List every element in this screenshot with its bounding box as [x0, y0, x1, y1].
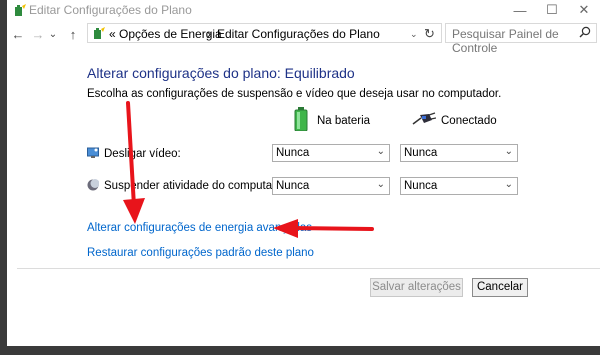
page-subtitle: Escolha as configurações de suspensão e … — [87, 88, 502, 100]
breadcrumb-overflow[interactable]: « — [109, 27, 116, 41]
column-battery: Na bateria — [317, 115, 371, 127]
address-dropdown-icon[interactable]: ⌄ — [410, 29, 418, 40]
search-input[interactable]: Pesquisar Painel de Controle — [445, 23, 597, 55]
display-icon — [87, 147, 99, 158]
sleep-moon-icon — [87, 179, 99, 191]
battery-icon — [294, 107, 308, 131]
title-bar: Editar Configurações do Plano — ☐ ✕ — [7, 0, 600, 20]
select-value: Nunca — [404, 180, 438, 192]
back-button[interactable]: ← — [10, 25, 26, 43]
breadcrumb-separator: › — [207, 27, 211, 41]
search-placeholder: Pesquisar Painel de Controle — [452, 27, 559, 55]
maximize-button[interactable]: ☐ — [535, 0, 569, 20]
refresh-icon[interactable]: ↻ — [424, 26, 435, 42]
save-button[interactable]: Salvar alterações — [370, 278, 463, 297]
power-options-icon — [94, 27, 105, 39]
screenshot-border-left — [0, 0, 7, 355]
cancel-button[interactable]: Cancelar — [472, 278, 528, 297]
chevron-down-icon: ⌄ — [504, 146, 513, 157]
chevron-down-icon: ⌄ — [504, 179, 513, 190]
chevron-down-icon: ⌄ — [376, 179, 385, 190]
page-title: Alterar configurações do plano: Equilibr… — [87, 65, 355, 81]
window: Editar Configurações do Plano — ☐ ✕ ← → … — [7, 0, 600, 346]
select-display-plugged[interactable]: Nunca ⌄ — [400, 144, 518, 162]
select-value: Nunca — [276, 180, 310, 192]
select-sleep-battery[interactable]: Nunca ⌄ — [272, 177, 390, 195]
column-plugged-in: Conectado — [441, 115, 497, 127]
select-display-battery[interactable]: Nunca ⌄ — [272, 144, 390, 162]
close-button[interactable]: ✕ — [567, 0, 600, 20]
up-button[interactable]: ↑ — [65, 25, 81, 43]
address-box[interactable]: « Opções de Energia › Editar Configuraçõ… — [87, 23, 442, 43]
recent-locations-button[interactable]: ⌄ — [48, 25, 58, 43]
select-value: Nunca — [276, 147, 310, 159]
forward-button[interactable]: → — [30, 25, 46, 43]
breadcrumb-edit-plan[interactable]: Editar Configurações do Plano — [217, 27, 380, 41]
select-sleep-plugged[interactable]: Nunca ⌄ — [400, 177, 518, 195]
row-label-sleep: Suspender atividade do computador: — [104, 180, 292, 192]
link-advanced-power-settings[interactable]: Alterar configurações de energia avançad… — [87, 222, 312, 234]
screenshot-border-bottom — [0, 346, 600, 355]
power-options-icon — [15, 4, 26, 16]
row-label-display: Desligar vídeo: — [104, 148, 181, 160]
window-title: Editar Configurações do Plano — [29, 3, 192, 17]
select-value: Nunca — [404, 147, 438, 159]
power-plug-icon — [412, 112, 436, 125]
address-bar: ← → ⌄ ↑ « Opções de Energia › Editar Con… — [7, 22, 600, 55]
chevron-down-icon: ⌄ — [376, 146, 385, 157]
search-icon — [579, 26, 591, 38]
minimize-button[interactable]: — — [503, 0, 537, 20]
divider — [17, 268, 600, 269]
link-restore-defaults[interactable]: Restaurar configurações padrão deste pla… — [87, 247, 314, 259]
